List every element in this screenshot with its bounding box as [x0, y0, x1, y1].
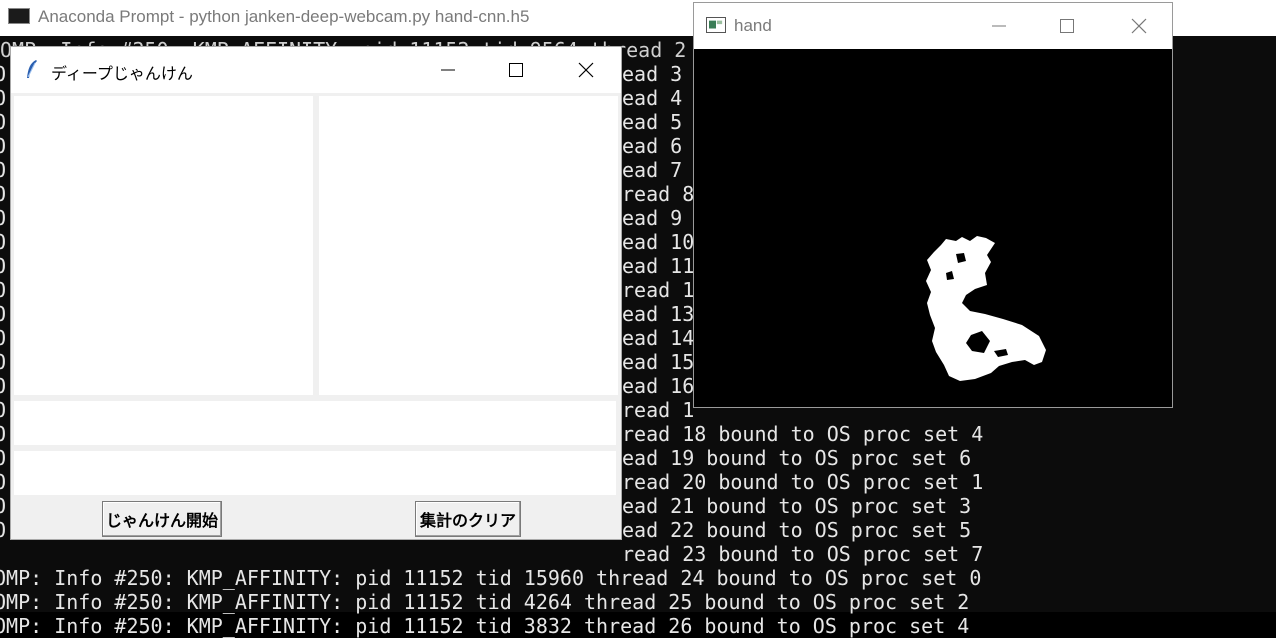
maximize-icon: [509, 63, 523, 77]
console-line-fragment: ead 9: [622, 206, 683, 230]
console-line-fragment: ead 5: [622, 110, 683, 134]
console-line-fragment: O: [0, 374, 7, 398]
console-line-fragment: ead 15: [622, 350, 695, 374]
hand-mask-image: [694, 49, 1172, 407]
console-line-fragment: read 1: [622, 278, 695, 302]
console-line-fragment: O: [0, 446, 7, 470]
console-line-fragment: ead 6: [622, 134, 683, 158]
console-line-fragment: O: [0, 278, 7, 302]
hand-minimize-button[interactable]: [976, 3, 1022, 49]
console-line-fragment: O: [0, 518, 7, 542]
janken-start-button[interactable]: じゃんけん開始: [102, 501, 222, 537]
stats-label: [14, 451, 616, 495]
console-line-fragment: O: [0, 62, 7, 86]
maximize-button[interactable]: [493, 47, 539, 93]
console-line-fragment: read 8: [622, 182, 695, 206]
opencv-app-icon: [706, 17, 726, 33]
console-line-fragment: ead 10: [622, 230, 695, 254]
console-line-fragment: O: [0, 302, 7, 326]
clear-stats-button[interactable]: 集計のクリア: [415, 501, 521, 537]
console-line-fragment: O: [0, 254, 7, 278]
console-line-fragment: O: [0, 422, 7, 446]
janken-title: ディープじゃんけん: [51, 66, 193, 83]
console-line-fragment: ead 11: [622, 254, 695, 278]
console-line-fragment: ead 13: [622, 302, 695, 326]
console-line-fragment: ead 3: [622, 62, 683, 86]
console-line: OMP: Info #250: KMP_AFFINITY: pid 11152 …: [0, 614, 970, 638]
console-line-fragment: ead 14: [622, 326, 695, 350]
console-line: ead 19 bound to OS proc set 6: [622, 446, 972, 470]
console-line-fragment: ead 7: [622, 158, 683, 182]
console-line: read 20 bound to OS proc set 1: [622, 470, 984, 494]
janken-titlebar[interactable]: ディープじゃんけん: [11, 47, 621, 93]
console-line-fragment: O: [0, 134, 7, 158]
console-line: ead 22 bound to OS proc set 5: [622, 518, 972, 542]
minimize-button[interactable]: [425, 47, 471, 93]
minimize-icon: [441, 69, 455, 71]
console-line-fragment: ead 16: [622, 374, 695, 398]
hand-mask-shape: [926, 236, 1046, 381]
console-line-fragment: O: [0, 86, 7, 110]
console-line: ead 21 bound to OS proc set 3: [622, 494, 972, 518]
console-line-fragment: O: [0, 158, 7, 182]
console-line-fragment: O: [0, 326, 7, 350]
console-line: read 23 bound to OS proc set 7: [622, 542, 984, 566]
computer-hand-canvas: [319, 96, 618, 395]
console-line-fragment: ead 4: [622, 86, 683, 110]
janken-window: ディープじゃんけん じゃんけん開始 集計のクリア: [10, 46, 622, 540]
hand-maximize-button[interactable]: [1044, 3, 1090, 49]
console-app-icon: [8, 8, 30, 24]
close-icon: [578, 62, 594, 78]
close-icon: [1131, 18, 1147, 34]
console-line-fragment: read 1: [622, 398, 695, 422]
console-line: OMP: Info #250: KMP_AFFINITY: pid 11152 …: [0, 590, 970, 614]
console-line-fragment: O: [0, 470, 7, 494]
maximize-icon: [1060, 19, 1074, 33]
console-title: Anaconda Prompt - python janken-deep-web…: [38, 7, 530, 26]
feather-icon: [27, 60, 37, 78]
hand-close-button[interactable]: [1116, 3, 1162, 49]
minimize-icon: [992, 25, 1006, 27]
console-line: OMP: Info #250: KMP_AFFINITY: pid 11152 …: [0, 566, 982, 590]
result-label: [14, 401, 616, 445]
console-line-fragment: O: [0, 398, 7, 422]
console-line-fragment: O: [0, 350, 7, 374]
console-line: read 18 bound to OS proc set 4: [622, 422, 984, 446]
player-hand-canvas: [14, 96, 313, 395]
console-line-fragment: O: [0, 110, 7, 134]
hand-window: hand: [693, 2, 1173, 408]
close-button[interactable]: [563, 47, 609, 93]
hand-titlebar[interactable]: hand: [694, 3, 1172, 49]
console-line-fragment: O: [0, 494, 7, 518]
console-line-fragment: O: [0, 206, 7, 230]
hand-title: hand: [734, 16, 772, 35]
console-line-fragment: O: [0, 230, 7, 254]
console-line-fragment: O: [0, 182, 7, 206]
